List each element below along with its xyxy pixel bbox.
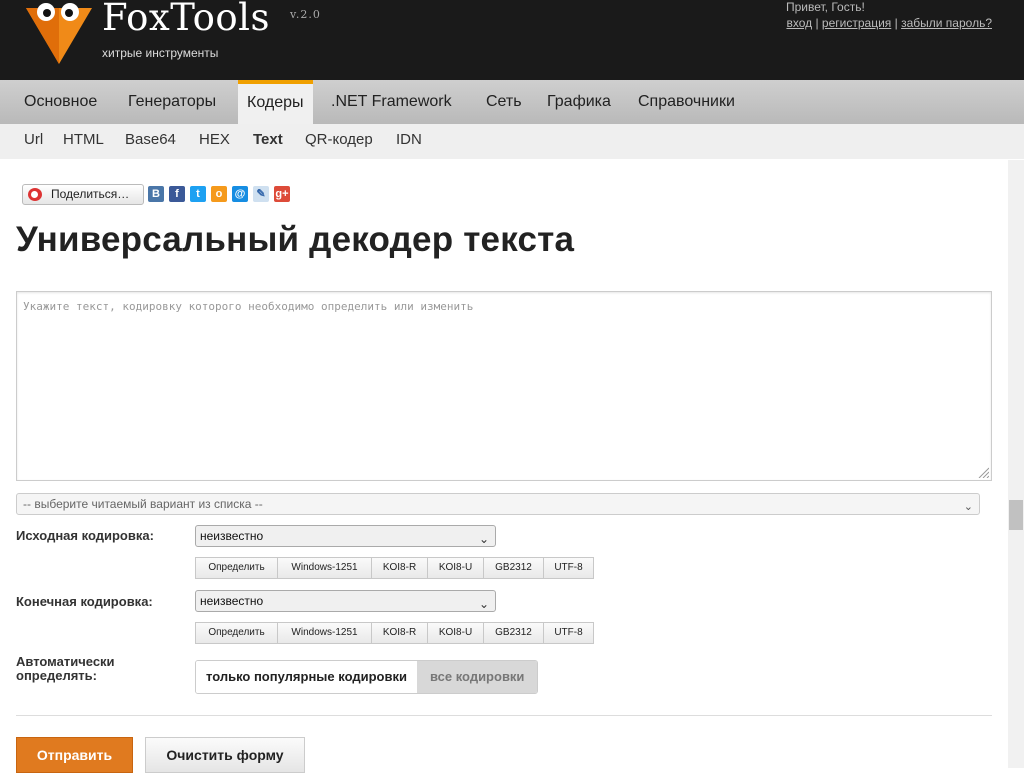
- target-encoding-value: неизвестно: [200, 594, 264, 608]
- sub-nav-item-html[interactable]: HTML: [63, 124, 104, 159]
- greeting-text: Привет, Гость!: [786, 0, 865, 14]
- fox-logo-icon[interactable]: [26, 0, 92, 66]
- target-koi8r-button[interactable]: KOI8-R: [371, 622, 428, 644]
- auth-links: вход | регистрация | забыли пароль?: [786, 16, 992, 30]
- page-scrollbar[interactable]: [1008, 160, 1024, 768]
- yandex-share-icon: [28, 188, 42, 201]
- source-koi8r-button[interactable]: KOI8-R: [371, 557, 428, 579]
- source-encoding-select[interactable]: неизвестно ⌄: [195, 525, 496, 547]
- main-nav-item-generators[interactable]: Генераторы: [118, 80, 226, 124]
- auth-separator: |: [815, 16, 819, 30]
- main-nav-item-dotnet[interactable]: .NET Framework: [321, 80, 462, 124]
- page-title: Универсальный декодер текста: [16, 220, 575, 259]
- target-encoding-buttons: Определить Windows-1251 KOI8-R KOI8-U GB…: [195, 622, 594, 644]
- chevron-down-icon: ⌄: [963, 501, 973, 513]
- readable-variant-value: -- выберите читаемый вариант из списка -…: [23, 497, 263, 511]
- sub-nav-item-idn[interactable]: IDN: [396, 124, 422, 159]
- main-nav-item-network[interactable]: Сеть: [476, 80, 532, 124]
- facebook-icon[interactable]: f: [169, 186, 185, 202]
- login-link[interactable]: вход: [786, 16, 812, 30]
- auto-detect-label: Автоматически определять:: [16, 655, 115, 683]
- chevron-down-icon: ⌄: [478, 597, 489, 611]
- sub-nav: Url HTML Base64 HEX Text QR-кодер IDN: [0, 124, 1024, 159]
- site-tagline: хитрые инструменты: [102, 46, 219, 60]
- site-logo-text[interactable]: FoxTools: [102, 0, 270, 39]
- auto-detect-label-line2: определять:: [16, 668, 97, 683]
- main-nav-item-graphics[interactable]: Графика: [537, 80, 621, 124]
- source-koi8u-button[interactable]: KOI8-U: [427, 557, 484, 579]
- forgot-password-link[interactable]: забыли пароль?: [901, 16, 992, 30]
- main-nav-item-basic[interactable]: Основное: [14, 80, 107, 124]
- target-utf8-button[interactable]: UTF-8: [543, 622, 594, 644]
- readable-variant-select[interactable]: -- выберите читаемый вариант из списка -…: [16, 493, 980, 515]
- source-windows1251-button[interactable]: Windows-1251: [277, 557, 372, 579]
- mailru-icon[interactable]: @: [232, 186, 248, 202]
- vkontakte-icon[interactable]: B: [148, 186, 164, 202]
- auto-detect-toggle: только популярные кодировки все кодировк…: [195, 660, 539, 694]
- share-button-label: Поделиться…: [51, 187, 130, 201]
- auto-detect-label-line1: Автоматически: [16, 654, 115, 669]
- sub-nav-item-hex[interactable]: HEX: [199, 124, 230, 159]
- popular-encodings-option[interactable]: только популярные кодировки: [196, 661, 417, 693]
- twitter-icon[interactable]: t: [190, 186, 206, 202]
- source-gb2312-button[interactable]: GB2312: [483, 557, 544, 579]
- source-encoding-buttons: Определить Windows-1251 KOI8-R KOI8-U GB…: [195, 557, 594, 579]
- chevron-down-icon: ⌄: [478, 532, 489, 546]
- share-button[interactable]: Поделиться…: [22, 184, 144, 205]
- site-version: v.2.0: [290, 8, 321, 21]
- site-header: FoxTools v.2.0 хитрые инструменты Привет…: [0, 0, 1024, 80]
- source-encoding-label: Исходная кодировка:: [16, 528, 154, 543]
- auth-separator: |: [894, 16, 898, 30]
- sub-nav-item-text[interactable]: Text: [253, 124, 283, 159]
- target-encoding-label: Конечная кодировка:: [16, 594, 153, 609]
- target-windows1251-button[interactable]: Windows-1251: [277, 622, 372, 644]
- register-link[interactable]: регистрация: [822, 16, 891, 30]
- main-nav: Основное Генераторы Кодеры .NET Framewor…: [0, 80, 1024, 124]
- odnoklassniki-icon[interactable]: o: [211, 186, 227, 202]
- sub-nav-item-qr[interactable]: QR-кодер: [305, 124, 373, 159]
- source-encoding-value: неизвестно: [200, 529, 264, 543]
- divider: [16, 715, 992, 716]
- sub-nav-item-url[interactable]: Url: [24, 124, 43, 159]
- target-encoding-select[interactable]: неизвестно ⌄: [195, 590, 496, 612]
- main-nav-item-references[interactable]: Справочники: [628, 80, 745, 124]
- googleplus-icon[interactable]: g+: [274, 186, 290, 202]
- livejournal-icon[interactable]: ✎: [253, 186, 269, 202]
- target-koi8u-button[interactable]: KOI8-U: [427, 622, 484, 644]
- source-text-input[interactable]: [16, 291, 992, 481]
- source-utf8-button[interactable]: UTF-8: [543, 557, 594, 579]
- page-scrollbar-thumb[interactable]: [1009, 500, 1023, 530]
- target-detect-button[interactable]: Определить: [195, 622, 278, 644]
- main-nav-item-coders[interactable]: Кодеры: [238, 80, 313, 124]
- source-detect-button[interactable]: Определить: [195, 557, 278, 579]
- sub-nav-item-base64[interactable]: Base64: [125, 124, 176, 159]
- resize-grip-icon[interactable]: [977, 466, 989, 478]
- target-gb2312-button[interactable]: GB2312: [483, 622, 544, 644]
- all-encodings-option[interactable]: все кодировки: [416, 661, 538, 693]
